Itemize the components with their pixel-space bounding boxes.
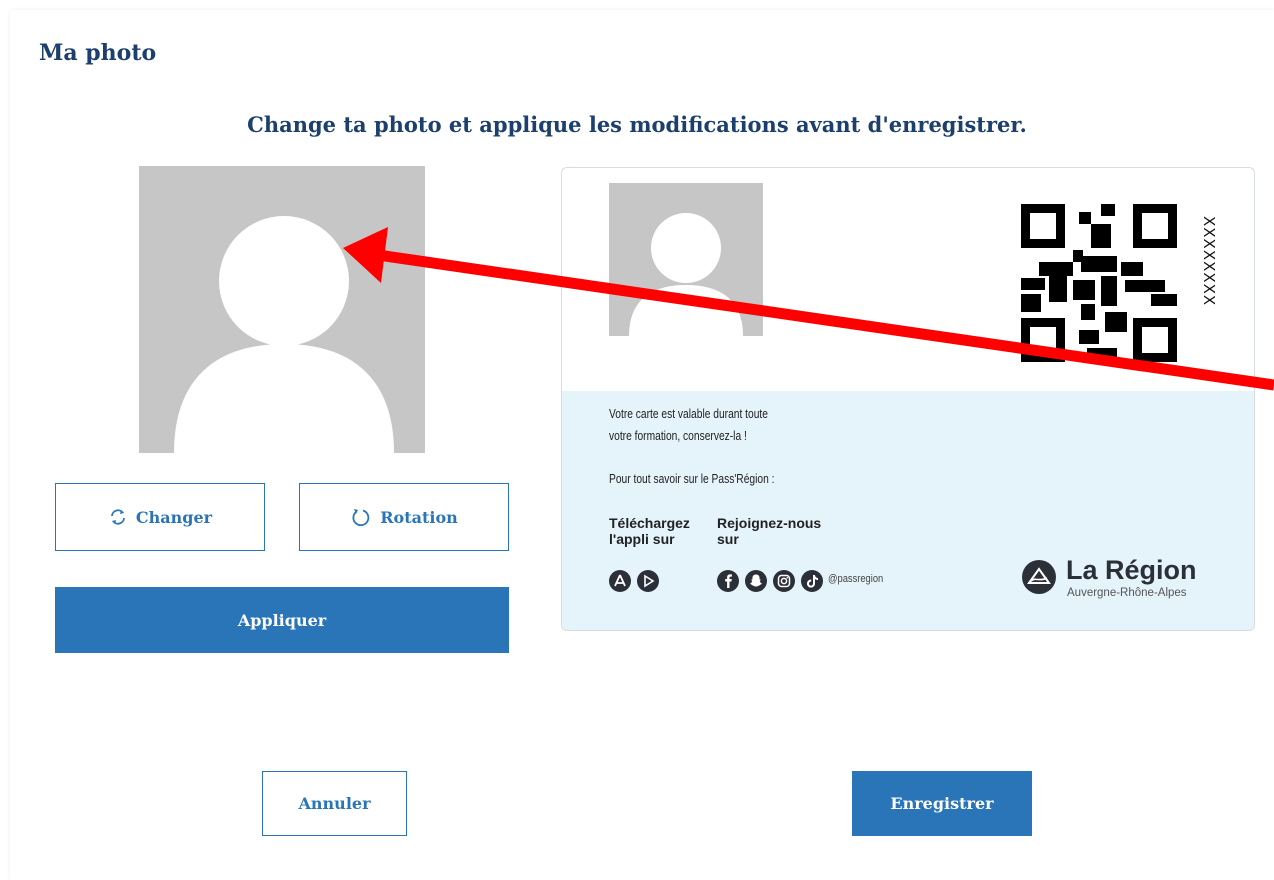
download-line-2: l'appli sur (609, 531, 675, 547)
download-line-1: Téléchargez (609, 515, 690, 531)
card-id-number: XXXXXXXX (1200, 216, 1218, 307)
region-logo-icon (1022, 560, 1056, 594)
cancel-button[interactable]: Annuler (262, 771, 407, 836)
join-line-1: Rejoignez-nous (717, 515, 822, 531)
rotate-photo-label: Rotation (380, 507, 458, 527)
validity-line-2: votre formation, conservez-la ! (609, 429, 747, 443)
rotate-icon (352, 509, 370, 527)
rotate-photo-button[interactable]: Rotation (299, 483, 509, 551)
social-handle: @passregion (828, 573, 884, 585)
brand-name: La Région (1066, 555, 1197, 585)
play-store-icon[interactable] (637, 570, 659, 592)
refresh-icon (111, 509, 125, 525)
page-subtitle: Change ta photo et applique les modifica… (247, 112, 1027, 137)
save-label: Enregistrer (890, 794, 994, 813)
change-photo-button[interactable]: Changer (55, 483, 265, 551)
join-line-2: sur (717, 531, 739, 547)
instagram-icon[interactable] (773, 570, 795, 592)
validity-line-1: Votre carte est valable durant toute (609, 407, 768, 421)
change-photo-label: Changer (135, 507, 213, 527)
app-store-icon[interactable] (609, 570, 631, 592)
apply-button[interactable]: Appliquer (55, 587, 509, 653)
avatar-placeholder-icon (174, 216, 394, 453)
info-text: Pour tout savoir sur le Pass'Région : (609, 472, 775, 486)
brand-subtitle: Auvergne-Rhône-Alpes (1067, 587, 1187, 599)
qr-code (1021, 204, 1177, 362)
profile-photo (139, 166, 425, 453)
avatar-placeholder-icon (629, 213, 743, 336)
save-button[interactable]: Enregistrer (852, 771, 1032, 836)
tiktok-icon[interactable] (801, 570, 823, 592)
facebook-icon[interactable] (717, 570, 739, 592)
snapchat-icon[interactable] (745, 570, 767, 592)
pass-card-preview: XXXXXXXX Votre carte est valable durant … (561, 167, 1255, 631)
cancel-label: Annuler (298, 794, 371, 813)
page-title: Ma photo (39, 40, 157, 66)
apply-label: Appliquer (237, 610, 327, 630)
card-photo (609, 183, 763, 336)
